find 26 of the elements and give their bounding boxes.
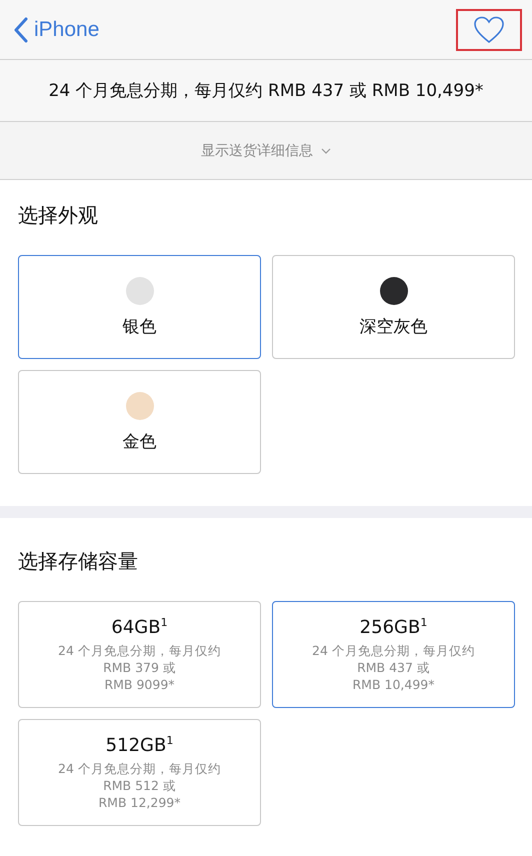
price-text: RMB 512 或 [103, 777, 176, 794]
favorite-button[interactable] [456, 8, 522, 50]
storage-option[interactable]: 64GB$^{1}$ 24 个月免息分期，每月仅约 RMB 379 或 RMB 9099* [18, 601, 261, 708]
price-text: 24 个月免息分期，每月仅约 [58, 642, 221, 659]
price-text: 24 个月免息分期，每月仅约 [312, 642, 475, 659]
promo-text: 24 个月免息分期，每月仅约 RMB 437 或 RMB 10,499* [48, 80, 484, 102]
color-option[interactable]: 深空灰色 [272, 255, 515, 359]
price-text: RMB 10,499* [352, 676, 434, 693]
price-text: RMB 379 或 [103, 659, 176, 676]
storage-size: 256GB$^{1}$ [360, 616, 428, 638]
storage-option[interactable]: 512GB$^{1}$ 24 个月免息分期，每月仅约 RMB 512 或 RMB 12,299* [18, 719, 261, 826]
storage-size: 64GB$^{1}$ [111, 616, 168, 638]
chevron-left-icon [14, 16, 28, 42]
storage-option[interactable]: 256GB$^{1}$ 24 个月免息分期，每月仅约 RMB 437 或 RMB 10,499* [272, 601, 515, 708]
section-title: 选择存储容量 [18, 548, 139, 575]
chevron-down-icon [321, 148, 331, 154]
color-option[interactable]: 金色 [18, 370, 261, 474]
price-text: RMB 12,299* [98, 794, 180, 811]
price-text: RMB 437 或 [357, 659, 430, 676]
price-text: RMB 9099* [104, 676, 175, 693]
color-option[interactable]: 银色 [18, 255, 261, 359]
storage-size: 512GB$^{1}$ [106, 734, 174, 756]
price-text: 24 个月免息分期，每月仅约 [58, 760, 221, 777]
section-title: 选择外观 [18, 202, 99, 229]
back-button[interactable]: iPhone [14, 16, 100, 42]
heart-icon [473, 16, 505, 44]
